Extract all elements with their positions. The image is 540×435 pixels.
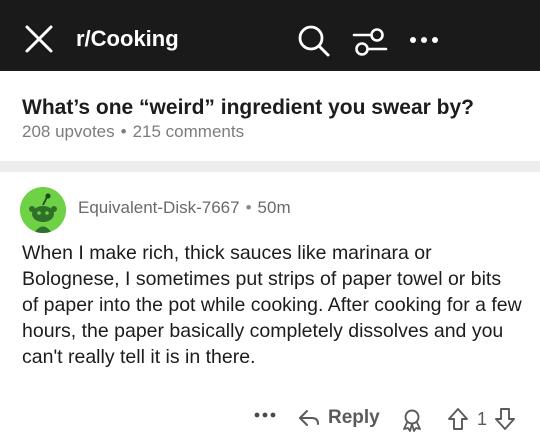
post-meta: 208 upvotes • 215 comments xyxy=(22,121,244,143)
upvote-button[interactable] xyxy=(447,407,469,431)
post-title[interactable]: What’s one “weird” ingredient you swear … xyxy=(22,95,474,121)
upvote-count: 208 upvotes xyxy=(22,122,115,141)
search-icon[interactable] xyxy=(297,24,331,58)
comment: Equivalent-Disk-7667 • 50m When I make ric… xyxy=(0,172,540,432)
close-icon[interactable] xyxy=(24,24,54,54)
ellipsis-icon xyxy=(254,412,276,418)
comment-count: 215 comments xyxy=(132,122,245,141)
section-divider xyxy=(0,161,540,172)
downvote-button[interactable] xyxy=(494,407,516,431)
snoo-icon xyxy=(20,187,66,233)
reply-label: Reply xyxy=(328,407,380,428)
author-line: Equivalent-Disk-7667 • 50m xyxy=(78,197,291,219)
vote-count: 1 xyxy=(477,409,488,429)
top-bar: r/Cooking xyxy=(0,0,540,71)
award-button[interactable] xyxy=(400,408,424,432)
filter-icon[interactable] xyxy=(352,27,388,57)
comment-actions: Reply 1 xyxy=(0,405,540,435)
more-options-button[interactable] xyxy=(254,411,276,419)
downvote-arrow-icon xyxy=(495,408,515,430)
comment-time: 50m xyxy=(257,198,291,217)
post-header[interactable]: What’s one “weird” ingredient you swear … xyxy=(0,71,540,161)
reply-button[interactable]: Reply xyxy=(298,407,380,429)
author-separator: • xyxy=(245,198,252,217)
comment-author[interactable]: Equivalent-Disk-7667 xyxy=(78,198,240,217)
reply-icon xyxy=(299,410,319,426)
comment-body: When I make rich, thick sauces like mari… xyxy=(22,242,522,368)
meta-separator: • xyxy=(120,122,127,141)
avatar[interactable] xyxy=(20,187,66,233)
award-icon xyxy=(403,409,421,432)
upvote-arrow-icon xyxy=(448,408,468,430)
more-icon[interactable] xyxy=(408,33,440,45)
subreddit-title[interactable]: r/Cooking xyxy=(76,24,179,54)
